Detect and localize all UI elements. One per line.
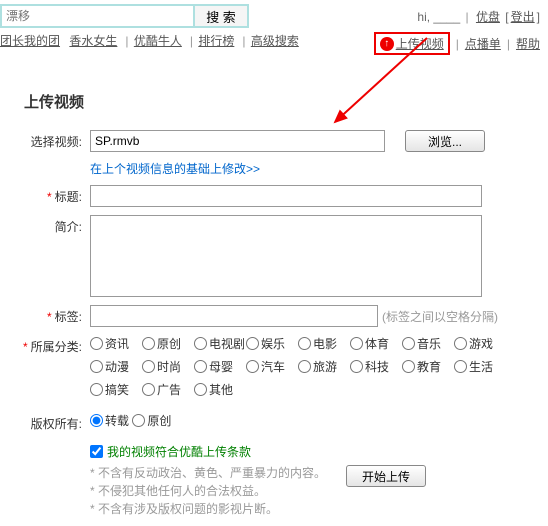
- file-input[interactable]: [90, 130, 385, 152]
- copyright-original[interactable]: 原创: [132, 412, 171, 429]
- category-option[interactable]: 搞笑: [90, 381, 142, 398]
- category-group: 资讯原创电视剧娱乐电影体育音乐游戏动漫时尚母婴汽车旅游科技教育生活搞笑广告其他: [90, 335, 510, 404]
- term-note: 不含有反动政治、黄色、严重暴力的内容。: [90, 464, 326, 482]
- term-note: 不含有涉及版权问题的影视片断。: [90, 500, 326, 518]
- help-link[interactable]: 帮助: [516, 35, 540, 52]
- category-option[interactable]: 生活: [454, 358, 506, 375]
- greeting: hi,: [417, 10, 430, 24]
- copyright-repost[interactable]: 转载: [90, 412, 129, 429]
- upload-link[interactable]: 上传视频: [396, 35, 444, 52]
- category-option[interactable]: 旅游: [298, 358, 350, 375]
- category-option[interactable]: 资讯: [90, 335, 142, 352]
- username: ____: [433, 10, 460, 24]
- title-label: 标题:: [20, 185, 90, 205]
- tags-hint: (标签之间以空格分隔): [382, 305, 498, 325]
- category-option[interactable]: 科技: [350, 358, 402, 375]
- browse-button[interactable]: 浏览...: [405, 130, 485, 152]
- page-title: 上传视频: [24, 91, 548, 112]
- term-note: 不侵犯其他任何人的合法权益。: [90, 482, 326, 500]
- category-option[interactable]: 教育: [402, 358, 454, 375]
- logout-link[interactable]: 登出: [511, 10, 535, 24]
- desc-textarea[interactable]: [90, 215, 482, 297]
- category-option[interactable]: 游戏: [454, 335, 506, 352]
- upload-video-highlight[interactable]: ↑ 上传视频: [374, 32, 450, 55]
- category-option[interactable]: 其他: [194, 381, 246, 398]
- start-upload-button[interactable]: 开始上传: [346, 465, 426, 487]
- title-input[interactable]: [90, 185, 482, 207]
- category-option[interactable]: 广告: [142, 381, 194, 398]
- modify-prev-link[interactable]: 在上个视频信息的基础上修改>>: [90, 160, 260, 177]
- upload-icon: ↑: [380, 37, 394, 51]
- nav-item[interactable]: 团长我的团: [0, 34, 60, 48]
- nav-item[interactable]: 优酷牛人: [134, 34, 182, 48]
- category-option[interactable]: 动漫: [90, 358, 142, 375]
- file-label: 选择视频:: [20, 130, 90, 150]
- category-option[interactable]: 娱乐: [246, 335, 298, 352]
- category-option[interactable]: 时尚: [142, 358, 194, 375]
- search-input[interactable]: [0, 4, 195, 28]
- agree-terms[interactable]: 我的视频符合优酷上传条款: [90, 443, 326, 460]
- nav-item[interactable]: 高级搜索: [251, 34, 299, 48]
- tags-label: 标签:: [20, 305, 90, 325]
- nav-links: 团长我的团 香水女生| 优酷牛人| 排行榜| 高级搜索: [0, 32, 305, 55]
- youpan-link[interactable]: 优盘: [476, 10, 500, 24]
- category-option[interactable]: 电影: [298, 335, 350, 352]
- user-area: hi, ____ | 优盘 [登出]: [417, 4, 540, 28]
- desc-label: 简介:: [20, 215, 90, 235]
- category-option[interactable]: 母婴: [194, 358, 246, 375]
- tags-input[interactable]: [90, 305, 378, 327]
- copyright-label: 版权所有:: [20, 412, 90, 432]
- cat-label: 所属分类:: [20, 335, 90, 355]
- dianbo-link[interactable]: 点播单: [465, 35, 501, 52]
- nav-item[interactable]: 排行榜: [198, 34, 234, 48]
- category-option[interactable]: 音乐: [402, 335, 454, 352]
- search-button[interactable]: 搜 索: [195, 4, 249, 28]
- category-option[interactable]: 原创: [142, 335, 194, 352]
- nav-item[interactable]: 香水女生: [69, 34, 117, 48]
- category-option[interactable]: 体育: [350, 335, 402, 352]
- category-option[interactable]: 汽车: [246, 358, 298, 375]
- category-option[interactable]: 电视剧: [194, 335, 246, 352]
